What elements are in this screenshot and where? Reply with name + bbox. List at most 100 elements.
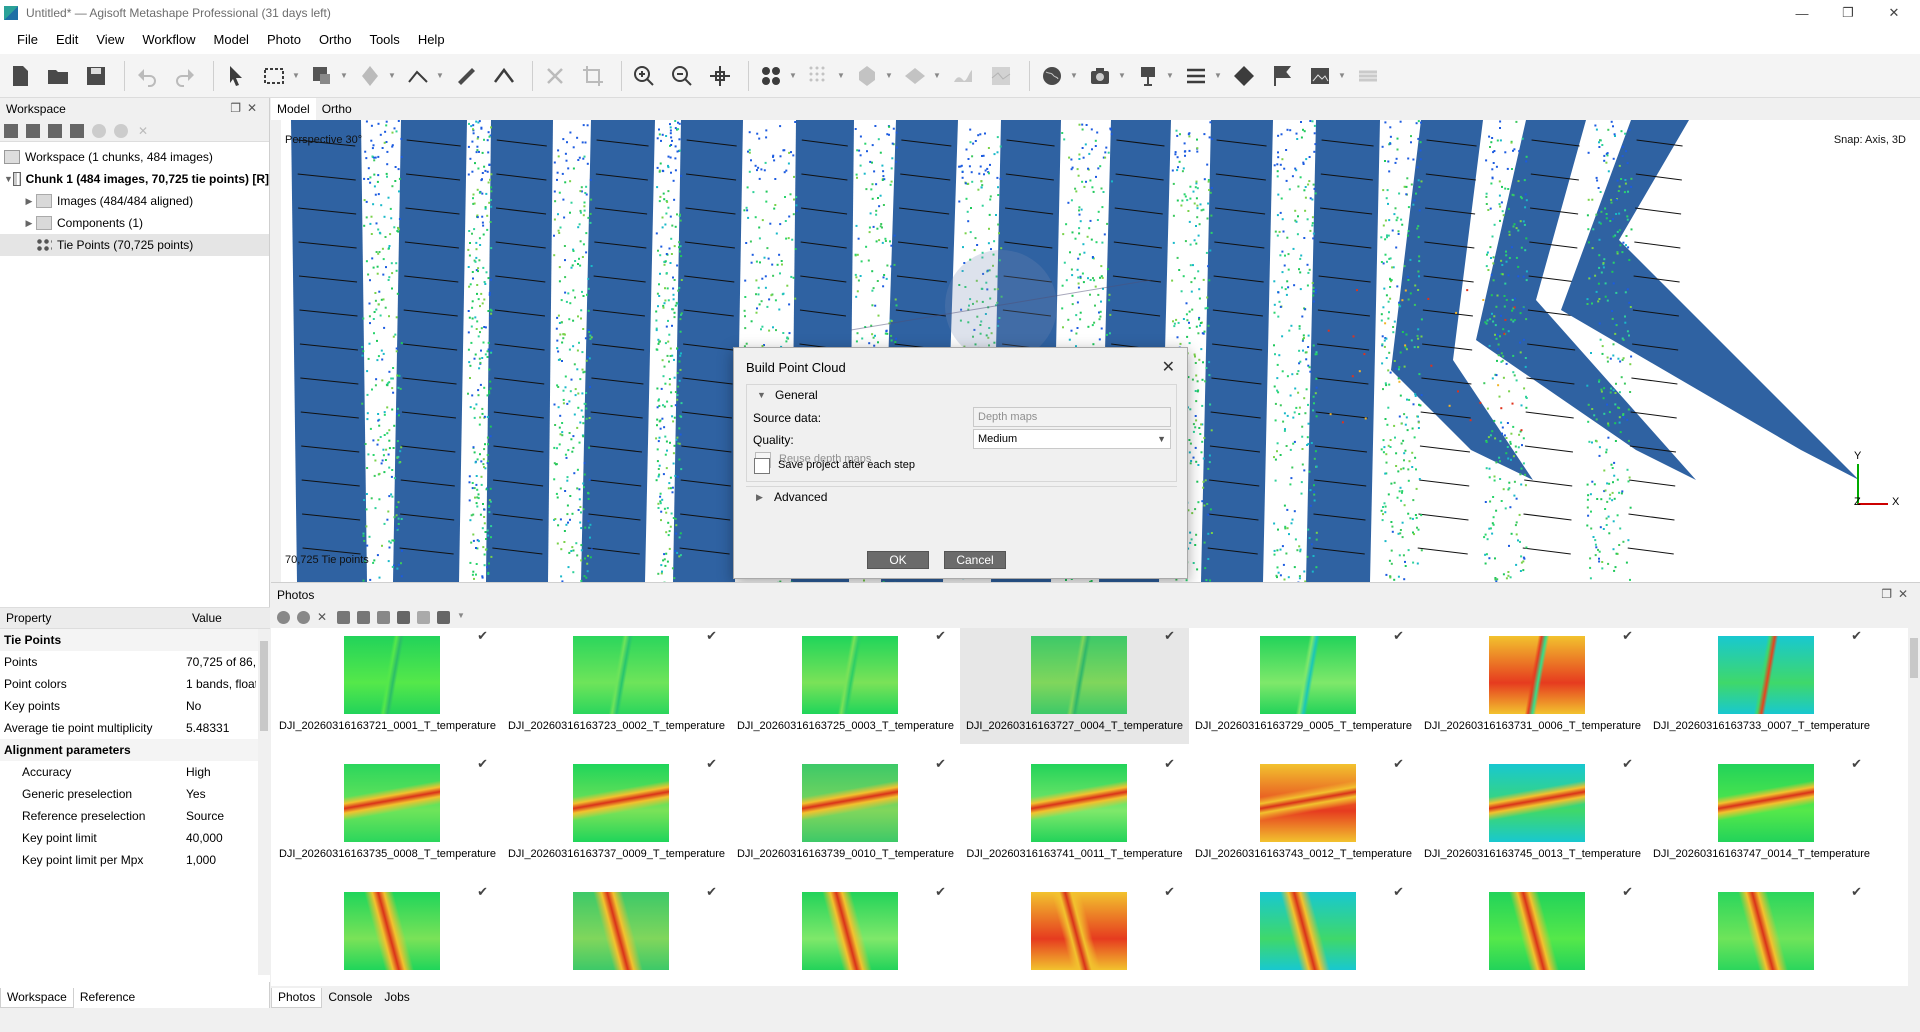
view-dropdown-icon[interactable]: ▼ (457, 611, 470, 624)
add-markers-icon[interactable] (70, 123, 84, 138)
undo-icon[interactable] (131, 60, 163, 92)
tab-console[interactable]: Console (322, 988, 378, 1008)
photo-thumbnail[interactable]: ✔ DJI_20260316163729_0005_T_temperature (1189, 628, 1418, 744)
show-layers-icon[interactable] (1352, 60, 1384, 92)
maximize-button[interactable]: ❐ (1825, 0, 1871, 26)
menu-edit[interactable]: Edit (47, 26, 87, 54)
property-row[interactable]: Key point limit per Mpx 1,000 (0, 849, 270, 871)
menu-tools[interactable]: Tools (360, 26, 408, 54)
tree-item-tie-points[interactable]: Tie Points (70,725 points) (0, 234, 269, 256)
property-row[interactable]: Points 70,725 of 86,2 (0, 651, 270, 673)
basemap-dropdown-icon[interactable]: ▼ (1070, 71, 1078, 80)
region-icon[interactable] (306, 60, 338, 92)
save-project-checkbox[interactable] (754, 458, 770, 474)
photo-thumbnail[interactable]: ✔ (960, 878, 1189, 986)
show-points-icon[interactable] (755, 60, 787, 92)
advanced-group[interactable]: ▶ Advanced (746, 486, 1177, 506)
save-icon[interactable] (80, 60, 112, 92)
rotate-right-icon[interactable] (357, 610, 370, 624)
show-shapes-icon[interactable] (1132, 60, 1164, 92)
crop-selection-icon[interactable] (577, 60, 609, 92)
collapse-arrow-icon[interactable]: ▼ (4, 174, 13, 184)
remove-camera-icon[interactable]: ✕ (317, 610, 330, 624)
enable-icon[interactable] (92, 123, 106, 138)
panel-float-close-icon[interactable]: ❐✕ (230, 101, 263, 115)
shapes-dropdown-icon[interactable]: ▼ (1166, 71, 1174, 80)
menu-view[interactable]: View (87, 26, 133, 54)
ok-button[interactable]: OK (867, 551, 929, 569)
photo-thumbnail[interactable]: ✔ (1418, 878, 1647, 986)
quality-select[interactable]: Medium ▼ (973, 429, 1171, 449)
show-region-icon[interactable] (1228, 60, 1260, 92)
info-dropdown-icon[interactable]: ▼ (1214, 71, 1222, 80)
measure-angle-icon[interactable] (488, 60, 520, 92)
expand-arrow-icon[interactable]: ▶ (22, 196, 36, 207)
rotate-object-icon[interactable] (354, 60, 386, 92)
orthomosaic-icon[interactable] (985, 60, 1017, 92)
menu-help[interactable]: Help (409, 26, 454, 54)
photo-thumbnail[interactable]: ✔ (1189, 878, 1418, 986)
cancel-button[interactable]: Cancel (944, 551, 1006, 569)
selection-dropdown-icon[interactable]: ▼ (292, 71, 300, 80)
show-basemap-icon[interactable] (1036, 60, 1068, 92)
tab-photos[interactable]: Photos (271, 988, 323, 1008)
add-chunk-icon[interactable] (4, 123, 18, 138)
property-row[interactable]: Key points No (0, 695, 270, 717)
photo-thumbnail[interactable]: ✔ (273, 878, 502, 986)
minimize-button[interactable]: — (1779, 0, 1825, 26)
properties-vertical-scrollbar[interactable] (258, 629, 270, 975)
new-project-icon[interactable] (4, 60, 36, 92)
open-folder-icon[interactable] (42, 60, 74, 92)
point-cloud-dropdown-icon[interactable]: ▼ (837, 71, 845, 80)
photo-thumbnail[interactable]: ✔ DJI_20260316163733_0007_T_temperature (1647, 628, 1876, 744)
draw-dropdown-icon[interactable]: ▼ (436, 71, 444, 80)
filter-by-selection-icon[interactable] (397, 610, 410, 624)
advanced-group-header[interactable]: ▶ Advanced (746, 487, 1177, 507)
redo-icon[interactable] (169, 60, 201, 92)
ruler-icon[interactable] (450, 60, 482, 92)
property-column-header[interactable]: Property (0, 611, 186, 625)
tab-ortho[interactable]: Ortho (316, 98, 358, 120)
photo-thumbnail[interactable]: ✔ DJI_20260316163737_0009_T_temperature (502, 750, 731, 872)
photo-thumbnail[interactable]: ✔ (731, 878, 960, 986)
thumbnail-view-icon[interactable] (437, 610, 450, 624)
show-info-icon[interactable] (1180, 60, 1212, 92)
menu-workflow[interactable]: Workflow (133, 26, 204, 54)
add-folder-icon[interactable] (48, 123, 62, 138)
rotate-left-icon[interactable] (337, 610, 350, 624)
property-row[interactable]: Point colors 1 bands, float (0, 673, 270, 695)
photo-thumbnail[interactable]: ✔ DJI_20260316163725_0003_T_temperature (731, 628, 960, 744)
tiled-dropdown-icon[interactable]: ▼ (885, 71, 893, 80)
images-dropdown-icon[interactable]: ▼ (1338, 71, 1346, 80)
rectangle-selection-icon[interactable] (258, 60, 290, 92)
rotate-dropdown-icon[interactable]: ▼ (388, 71, 396, 80)
photo-thumbnail[interactable]: ✔ DJI_20260316163723_0002_T_temperature (502, 628, 731, 744)
close-icon[interactable]: ✕ (1162, 357, 1175, 377)
property-row[interactable]: Average tie point multiplicity 5.48331 (0, 717, 270, 739)
photo-thumbnail[interactable]: ✔ DJI_20260316163747_0014_T_temperature (1647, 750, 1876, 872)
tab-model[interactable]: Model (271, 98, 316, 120)
property-row[interactable]: Accuracy High (0, 761, 270, 783)
model-shaded-icon[interactable] (899, 60, 931, 92)
tree-item-chunk[interactable]: ▼ Chunk 1 (484 images, 70,725 tie points… (0, 168, 269, 190)
photos-vertical-scrollbar[interactable] (1908, 628, 1920, 986)
menu-ortho[interactable]: Ortho (310, 26, 361, 54)
photo-thumbnail[interactable]: ✔ DJI_20260316163731_0006_T_temperature (1418, 628, 1647, 744)
photo-thumbnail[interactable]: ✔ DJI_20260316163741_0011_T_temperature (960, 750, 1189, 872)
remove-item-icon[interactable]: ✕ (136, 124, 150, 138)
points-dropdown-icon[interactable]: ▼ (789, 71, 797, 80)
photo-thumbnail[interactable]: ✔ (502, 878, 731, 986)
cameras-dropdown-icon[interactable]: ▼ (1118, 71, 1126, 80)
reset-view-icon[interactable] (704, 60, 736, 92)
show-cameras-icon[interactable] (1084, 60, 1116, 92)
zoom-out-icon[interactable] (666, 60, 698, 92)
tree-item-images[interactable]: ▶ Images (484/484 aligned) (0, 190, 269, 212)
enable-camera-icon[interactable] (277, 610, 290, 624)
delete-selection-icon[interactable] (539, 60, 571, 92)
property-row[interactable]: Generic preselection Yes (0, 783, 270, 805)
show-masks-icon[interactable] (417, 610, 430, 624)
tiled-model-icon[interactable] (851, 60, 883, 92)
add-photos-icon[interactable] (26, 123, 40, 138)
tab-workspace[interactable]: Workspace (0, 988, 74, 1008)
tab-reference[interactable]: Reference (74, 988, 141, 1008)
